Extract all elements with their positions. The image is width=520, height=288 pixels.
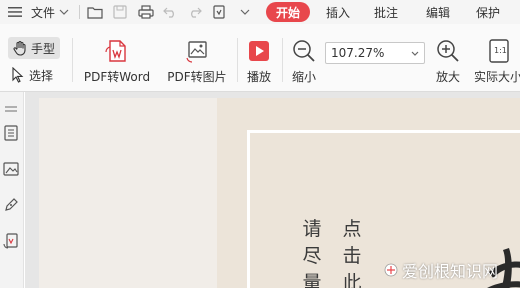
poem-column-1: 请尽量 [302,218,322,288]
divider [79,5,80,19]
pdf-convert-icon[interactable] [2,232,20,250]
poem-column-2: 点击此 [342,218,362,288]
undo-icon[interactable] [161,0,179,24]
export-pdf-icon[interactable] [209,0,229,24]
caret-down-icon [411,51,419,56]
pdf-to-image-label: PDF转图片 [167,70,227,84]
menu-bar: 文件 开始 插入 批注 编辑 保护 [0,0,520,24]
actual-size-label: 实际大小 [474,70,520,84]
pdf-to-word-label: PDF转Word [83,70,151,84]
tab-protect-label: 保护 [475,5,500,20]
play-label: 播放 [246,70,271,84]
play-button[interactable]: 播放 [244,40,274,85]
pdf-to-word-button[interactable]: PDF转Word [82,38,152,85]
print-icon[interactable] [136,0,156,24]
annotation-pen-icon[interactable] [2,196,20,214]
pdf-to-image-icon [186,41,207,63]
zoom-level-dropdown[interactable]: 107.27% [325,42,425,64]
hand-icon [13,40,26,56]
zoom-in-button[interactable]: 放大 [433,38,463,85]
file-menu-label: 文件 [30,5,55,20]
tab-edit[interactable]: 编辑 [422,0,454,24]
watermark-logo-icon [384,263,398,277]
cursor-arrow-icon [12,67,24,83]
zoom-out-button[interactable]: 缩小 [289,38,319,85]
redo-icon[interactable] [186,0,204,24]
tab-annotate[interactable]: 批注 [370,0,402,24]
tab-protect[interactable]: 保护 [472,0,504,24]
tab-annotate-label: 批注 [373,5,398,20]
divider [237,38,238,82]
outline-list-icon[interactable] [2,124,20,142]
sidebar-collapse-handle-icon[interactable] [2,100,20,118]
toolbar-ribbon: 手型 选择 PDF转Word PDF转图片 播放 缩小 107.27% 放大 1… [0,24,520,92]
left-sidebar [0,92,24,288]
zoom-in-label: 放大 [435,70,460,84]
tab-edit-label: 编辑 [425,5,450,20]
zoom-level-value: 107.27% [331,46,385,60]
zoom-in-icon [437,40,459,62]
save-icon[interactable] [111,0,129,24]
zoom-out-icon [293,40,315,62]
pdf-to-image-button[interactable]: PDF转图片 [162,38,232,85]
file-menu[interactable]: 文件 [28,0,72,24]
more-chevron-icon[interactable] [237,0,253,24]
hand-tool-button[interactable]: 手型 [8,37,60,59]
thumbnail-image-icon[interactable] [2,160,20,178]
divider [282,38,283,82]
select-tool-button[interactable]: 选择 [10,65,53,85]
play-icon [249,41,269,61]
actual-size-icon-text: 1:1 [494,46,507,55]
page-margin [39,98,221,288]
hamburger-menu-icon[interactable] [6,0,24,24]
tab-start[interactable]: 开始 [266,2,310,22]
watermark-text: 爱创根知识网 [402,262,499,281]
zoom-out-label: 缩小 [291,70,316,84]
tab-insert[interactable]: 插入 [322,0,354,24]
hand-tool-label: 手型 [31,41,56,56]
tab-insert-label: 插入 [325,5,350,20]
open-folder-icon[interactable] [86,0,104,24]
chevron-down-icon [59,9,69,15]
pdf-to-word-icon [105,40,126,62]
actual-size-button[interactable]: 1:1 实际大小 [474,38,520,85]
select-tool-label: 选择 [29,68,54,83]
divider [72,38,73,82]
watermark: 爱创根知识网 [384,258,498,282]
